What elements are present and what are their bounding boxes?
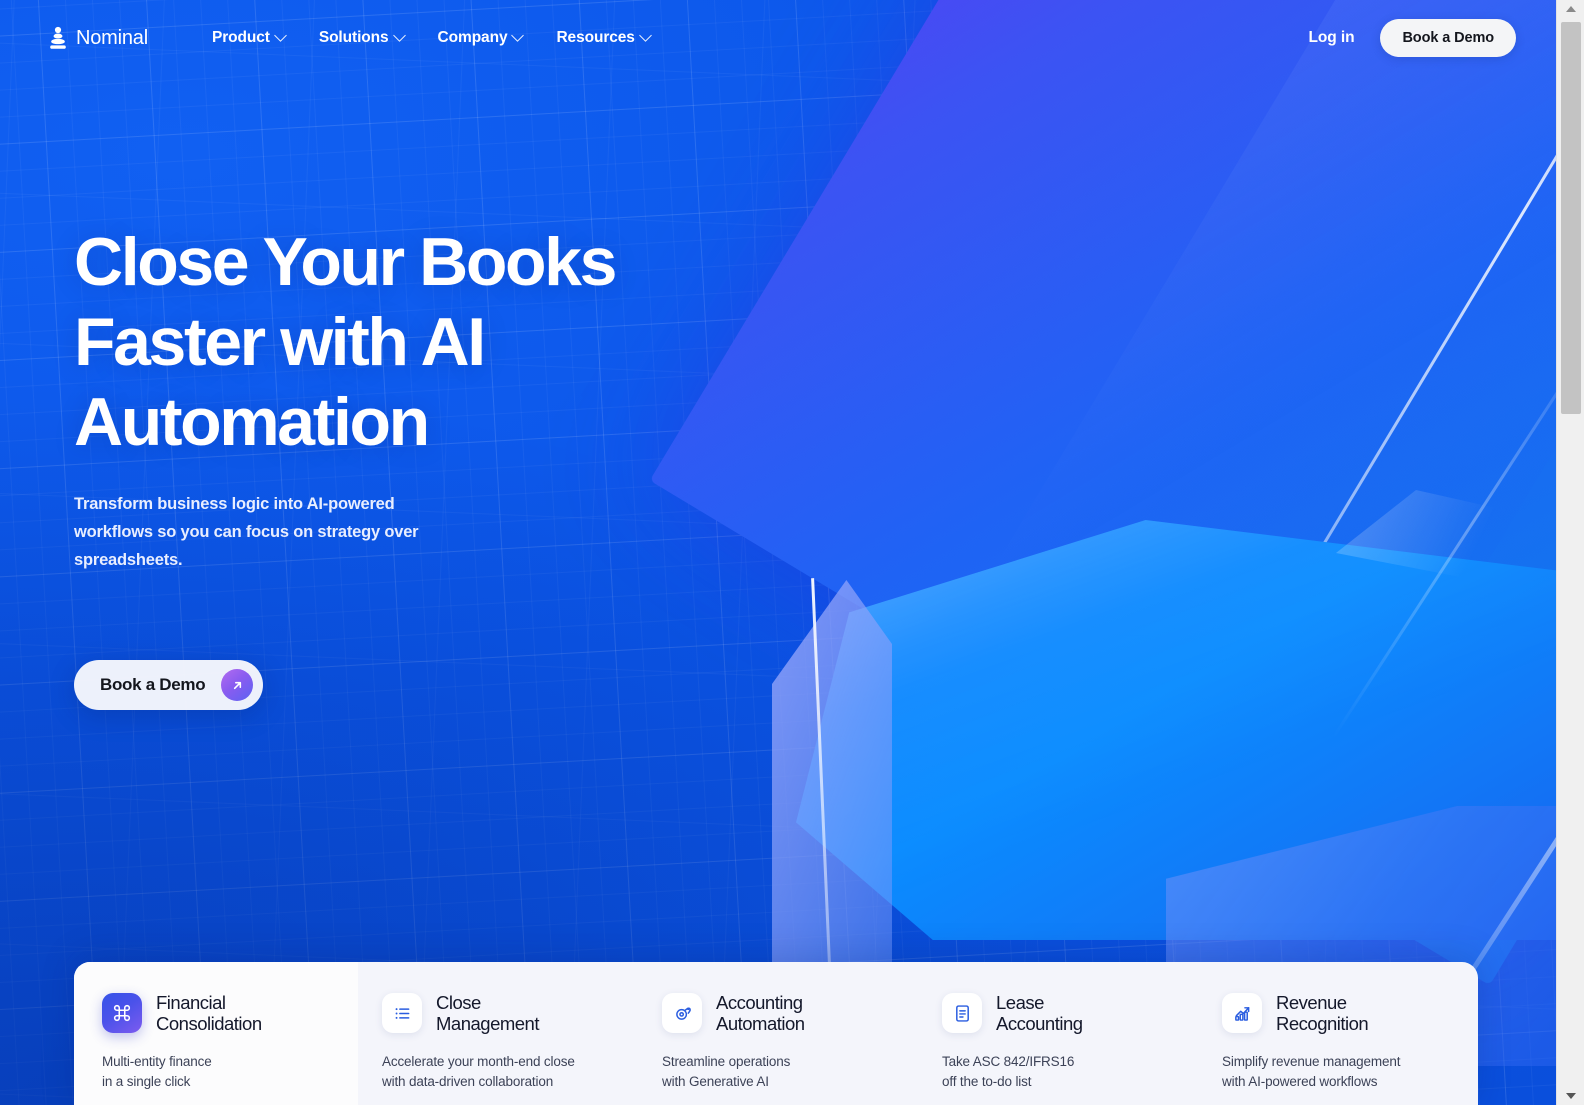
nav-right-actions: Log in Book a Demo — [1309, 19, 1516, 57]
nav-item-product-label: Product — [211, 29, 270, 46]
page-scrollbar[interactable] — [1556, 0, 1584, 1105]
hero-headline-line-3: Automation — [74, 384, 430, 460]
feature-card-revenue-recognition[interactable]: Revenue Recognition Simplify revenue man… — [1198, 962, 1478, 1105]
hero-subheading: Transform business logic into AI-powered… — [74, 495, 419, 569]
feature-card-title-line-2: Automation — [716, 1013, 805, 1034]
arrow-up-right-icon — [221, 669, 254, 701]
orbit-icon — [662, 993, 702, 1033]
feature-card-desc-line-2: with data-driven collaboration — [382, 1074, 554, 1089]
brand-name: Nominal — [76, 26, 148, 49]
nav-item-resources-label: Resources — [556, 29, 635, 46]
feature-card-desc-line-1: Accelerate your month-end close — [382, 1054, 575, 1069]
scroll-down-arrow-icon[interactable] — [1557, 1087, 1584, 1105]
hero-section: Close Your Books Faster with AI Automati… — [0, 0, 1000, 960]
chevron-down-icon — [392, 28, 406, 42]
feature-card-desc-line-2: with AI-powered workflows — [1222, 1074, 1378, 1089]
feature-card-title: Lease Accounting — [996, 992, 1083, 1034]
hero-book-demo-label: Book a Demo — [100, 675, 206, 694]
landing-page: Nominal Product Solutions Company Resour… — [0, 0, 1556, 1105]
feature-card-title: Financial Consolidation — [156, 992, 262, 1034]
feature-card-desc-line-1: Streamline operations — [662, 1054, 791, 1069]
feature-card-title-line-2: Accounting — [996, 1013, 1083, 1034]
nominal-logo-icon — [50, 26, 66, 49]
brand-logo[interactable]: Nominal — [48, 26, 148, 50]
feature-card-strip: Financial Consolidation Multi-entity fin… — [74, 962, 1478, 1105]
feature-card-header: Close Management — [382, 992, 614, 1034]
hero-book-demo-button[interactable]: Book a Demo — [74, 660, 264, 710]
feature-card-title-line-1: Revenue — [1276, 992, 1347, 1013]
feature-card-desc-line-1: Take ASC 842/IFRS16 — [942, 1054, 1075, 1069]
feature-card-title-line-2: Management — [436, 1013, 539, 1034]
growth-chart-icon — [1222, 993, 1262, 1033]
feature-card-close-management[interactable]: Close Management Accelerate your month-e… — [358, 962, 638, 1105]
nav-book-demo-button[interactable]: Book a Demo — [1380, 19, 1516, 57]
command-key-icon — [102, 993, 142, 1033]
hero-headline-line-2: Faster with AI — [74, 304, 486, 380]
nav-item-company[interactable]: Company — [437, 28, 525, 47]
feature-card-title-line-2: Consolidation — [156, 1013, 262, 1034]
feature-card-desc-line-1: Simplify revenue management — [1222, 1054, 1401, 1069]
feature-card-desc-line-1: Multi-entity finance — [102, 1054, 212, 1069]
nav-item-solutions[interactable]: Solutions — [318, 28, 406, 47]
nav-links: Product Solutions Company Resources — [211, 28, 652, 47]
feature-card-lease-accounting[interactable]: Lease Accounting Take ASC 842/IFRS16 off… — [918, 962, 1198, 1105]
chevron-down-icon — [511, 28, 525, 42]
feature-card-desc-line-2: with Generative AI — [662, 1074, 769, 1089]
hero-headline: Close Your Books Faster with AI Automati… — [74, 222, 714, 462]
feature-card-desc-line-2: in a single click — [102, 1074, 191, 1089]
feature-card-title: Revenue Recognition — [1276, 992, 1369, 1034]
feature-card-header: Financial Consolidation — [102, 992, 334, 1034]
feature-card-title: Accounting Automation — [716, 992, 805, 1034]
login-link[interactable]: Log in — [1309, 29, 1355, 47]
chevron-down-icon — [273, 28, 287, 42]
feature-card-description: Accelerate your month-end close with dat… — [382, 1052, 614, 1092]
nav-item-product[interactable]: Product — [211, 28, 287, 47]
feature-card-title-line-1: Accounting — [716, 992, 803, 1013]
feature-card-title-line-1: Lease — [996, 992, 1044, 1013]
feature-card-financial-consolidation[interactable]: Financial Consolidation Multi-entity fin… — [74, 962, 358, 1105]
feature-card-description: Streamline operations with Generative AI — [662, 1052, 894, 1092]
feature-card-header: Lease Accounting — [942, 992, 1174, 1034]
scroll-up-arrow-icon[interactable] — [1557, 0, 1584, 18]
nav-item-resources[interactable]: Resources — [556, 28, 652, 47]
document-icon — [942, 993, 982, 1033]
feature-card-accounting-automation[interactable]: Accounting Automation Streamline operati… — [638, 962, 918, 1105]
browser-viewport: Nominal Product Solutions Company Resour… — [0, 0, 1584, 1105]
chevron-down-icon — [638, 28, 652, 42]
nav-item-solutions-label: Solutions — [318, 29, 389, 46]
feature-card-desc-line-2: off the to-do list — [942, 1074, 1032, 1089]
feature-card-title: Close Management — [436, 992, 539, 1034]
list-icon — [382, 993, 422, 1033]
feature-card-description: Simplify revenue management with AI-powe… — [1222, 1052, 1454, 1092]
feature-card-header: Accounting Automation — [662, 992, 894, 1034]
feature-card-description: Take ASC 842/IFRS16 off the to-do list — [942, 1052, 1174, 1092]
top-navigation-bar: Nominal Product Solutions Company Resour… — [0, 0, 1556, 76]
feature-card-description: Multi-entity finance in a single click — [102, 1052, 334, 1092]
feature-card-title-line-2: Recognition — [1276, 1013, 1369, 1034]
nav-item-company-label: Company — [437, 29, 508, 46]
feature-card-title-line-1: Financial — [156, 992, 226, 1013]
hero-headline-line-1: Close Your Books — [74, 224, 617, 300]
feature-card-header: Revenue Recognition — [1222, 992, 1454, 1034]
scrollbar-thumb[interactable] — [1561, 22, 1581, 414]
feature-card-title-line-1: Close — [436, 992, 481, 1013]
